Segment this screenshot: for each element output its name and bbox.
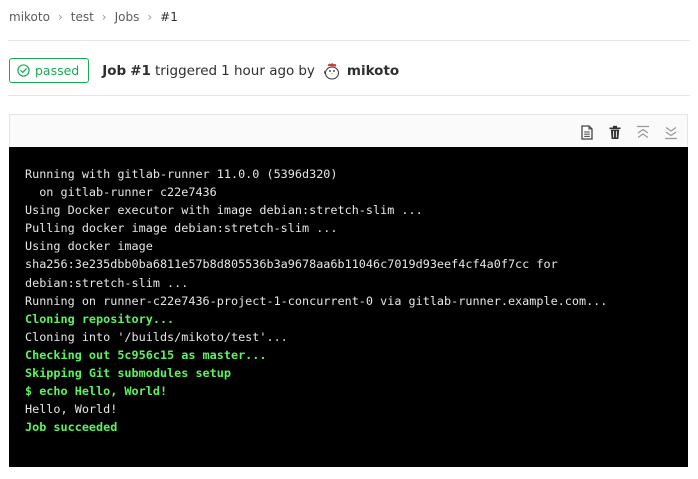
breadcrumb-item-user[interactable]: mikoto	[9, 10, 50, 24]
log-line: Using docker image	[25, 239, 153, 254]
log-line: on gitlab-runner c22e7436	[25, 185, 217, 200]
job-title: Job #1 triggered 1 hour ago by mikoto	[102, 61, 399, 81]
job-label: Job	[102, 62, 127, 79]
log-line: Running with gitlab-runner 11.0.0 (5396d…	[25, 167, 338, 181]
by-text: by	[298, 62, 315, 79]
log-line: Pulling docker image debian:stretch-slim…	[25, 221, 338, 236]
log-line: Hello, World!	[25, 402, 118, 417]
breadcrumb-item-current: #1	[160, 10, 178, 24]
log-line: Job succeeded	[25, 420, 118, 435]
trash-icon	[609, 125, 621, 139]
log-line: Using Docker executor with image debian:…	[25, 203, 423, 218]
chevron-right-icon: ›	[147, 10, 153, 24]
triggered-text: triggered	[154, 62, 218, 79]
chevron-right-icon: ›	[57, 10, 63, 24]
job-header: passed Job #1 triggered 1 hour ago by mi…	[9, 57, 399, 84]
breadcrumb-item-jobs[interactable]: Jobs	[115, 10, 140, 24]
log-line: Skipping Git submodules setup	[25, 366, 231, 381]
scroll-top-button[interactable]	[635, 124, 651, 140]
raw-log-icon	[581, 124, 593, 140]
log-line: $ echo Hello, World!	[25, 384, 168, 399]
chicken-avatar-icon	[323, 62, 339, 79]
status-label: passed	[35, 63, 80, 78]
log-line: sha256:3e235dbb0ba6811e57b8d805536b3a967…	[25, 257, 558, 272]
avatar[interactable]	[322, 61, 342, 81]
chevron-right-icon: ›	[101, 10, 107, 24]
log-line: Cloning repository...	[25, 311, 175, 326]
scroll-bottom-button[interactable]	[663, 124, 679, 140]
job-log-output: Running with gitlab-runner 11.0.0 (5396d…	[9, 147, 688, 467]
log-line: Running on runner-c22e7436-project-1-con…	[25, 293, 608, 308]
divider	[8, 95, 690, 96]
breadcrumb: mikoto › test › Jobs › #1	[9, 8, 178, 26]
erase-log-button[interactable]	[607, 124, 623, 140]
raw-log-button[interactable]	[579, 124, 595, 140]
log-controls	[579, 124, 679, 140]
status-badge[interactable]: passed	[9, 58, 90, 83]
scroll-top-icon	[637, 125, 649, 138]
log-line: debian:stretch-slim ...	[25, 275, 189, 290]
check-circle-icon	[17, 64, 30, 77]
time-ago: 1 hour ago	[221, 62, 295, 79]
job-number: #1	[130, 62, 151, 79]
log-line: Checking out 5c956c15 as master...	[25, 347, 267, 362]
scroll-bottom-icon	[665, 126, 677, 139]
divider	[8, 40, 690, 41]
breadcrumb-item-project[interactable]: test	[71, 10, 94, 24]
log-line: Cloning into '/builds/mikoto/test'...	[25, 329, 288, 344]
log-toolbar	[9, 114, 688, 147]
user-link[interactable]: mikoto	[347, 63, 399, 79]
